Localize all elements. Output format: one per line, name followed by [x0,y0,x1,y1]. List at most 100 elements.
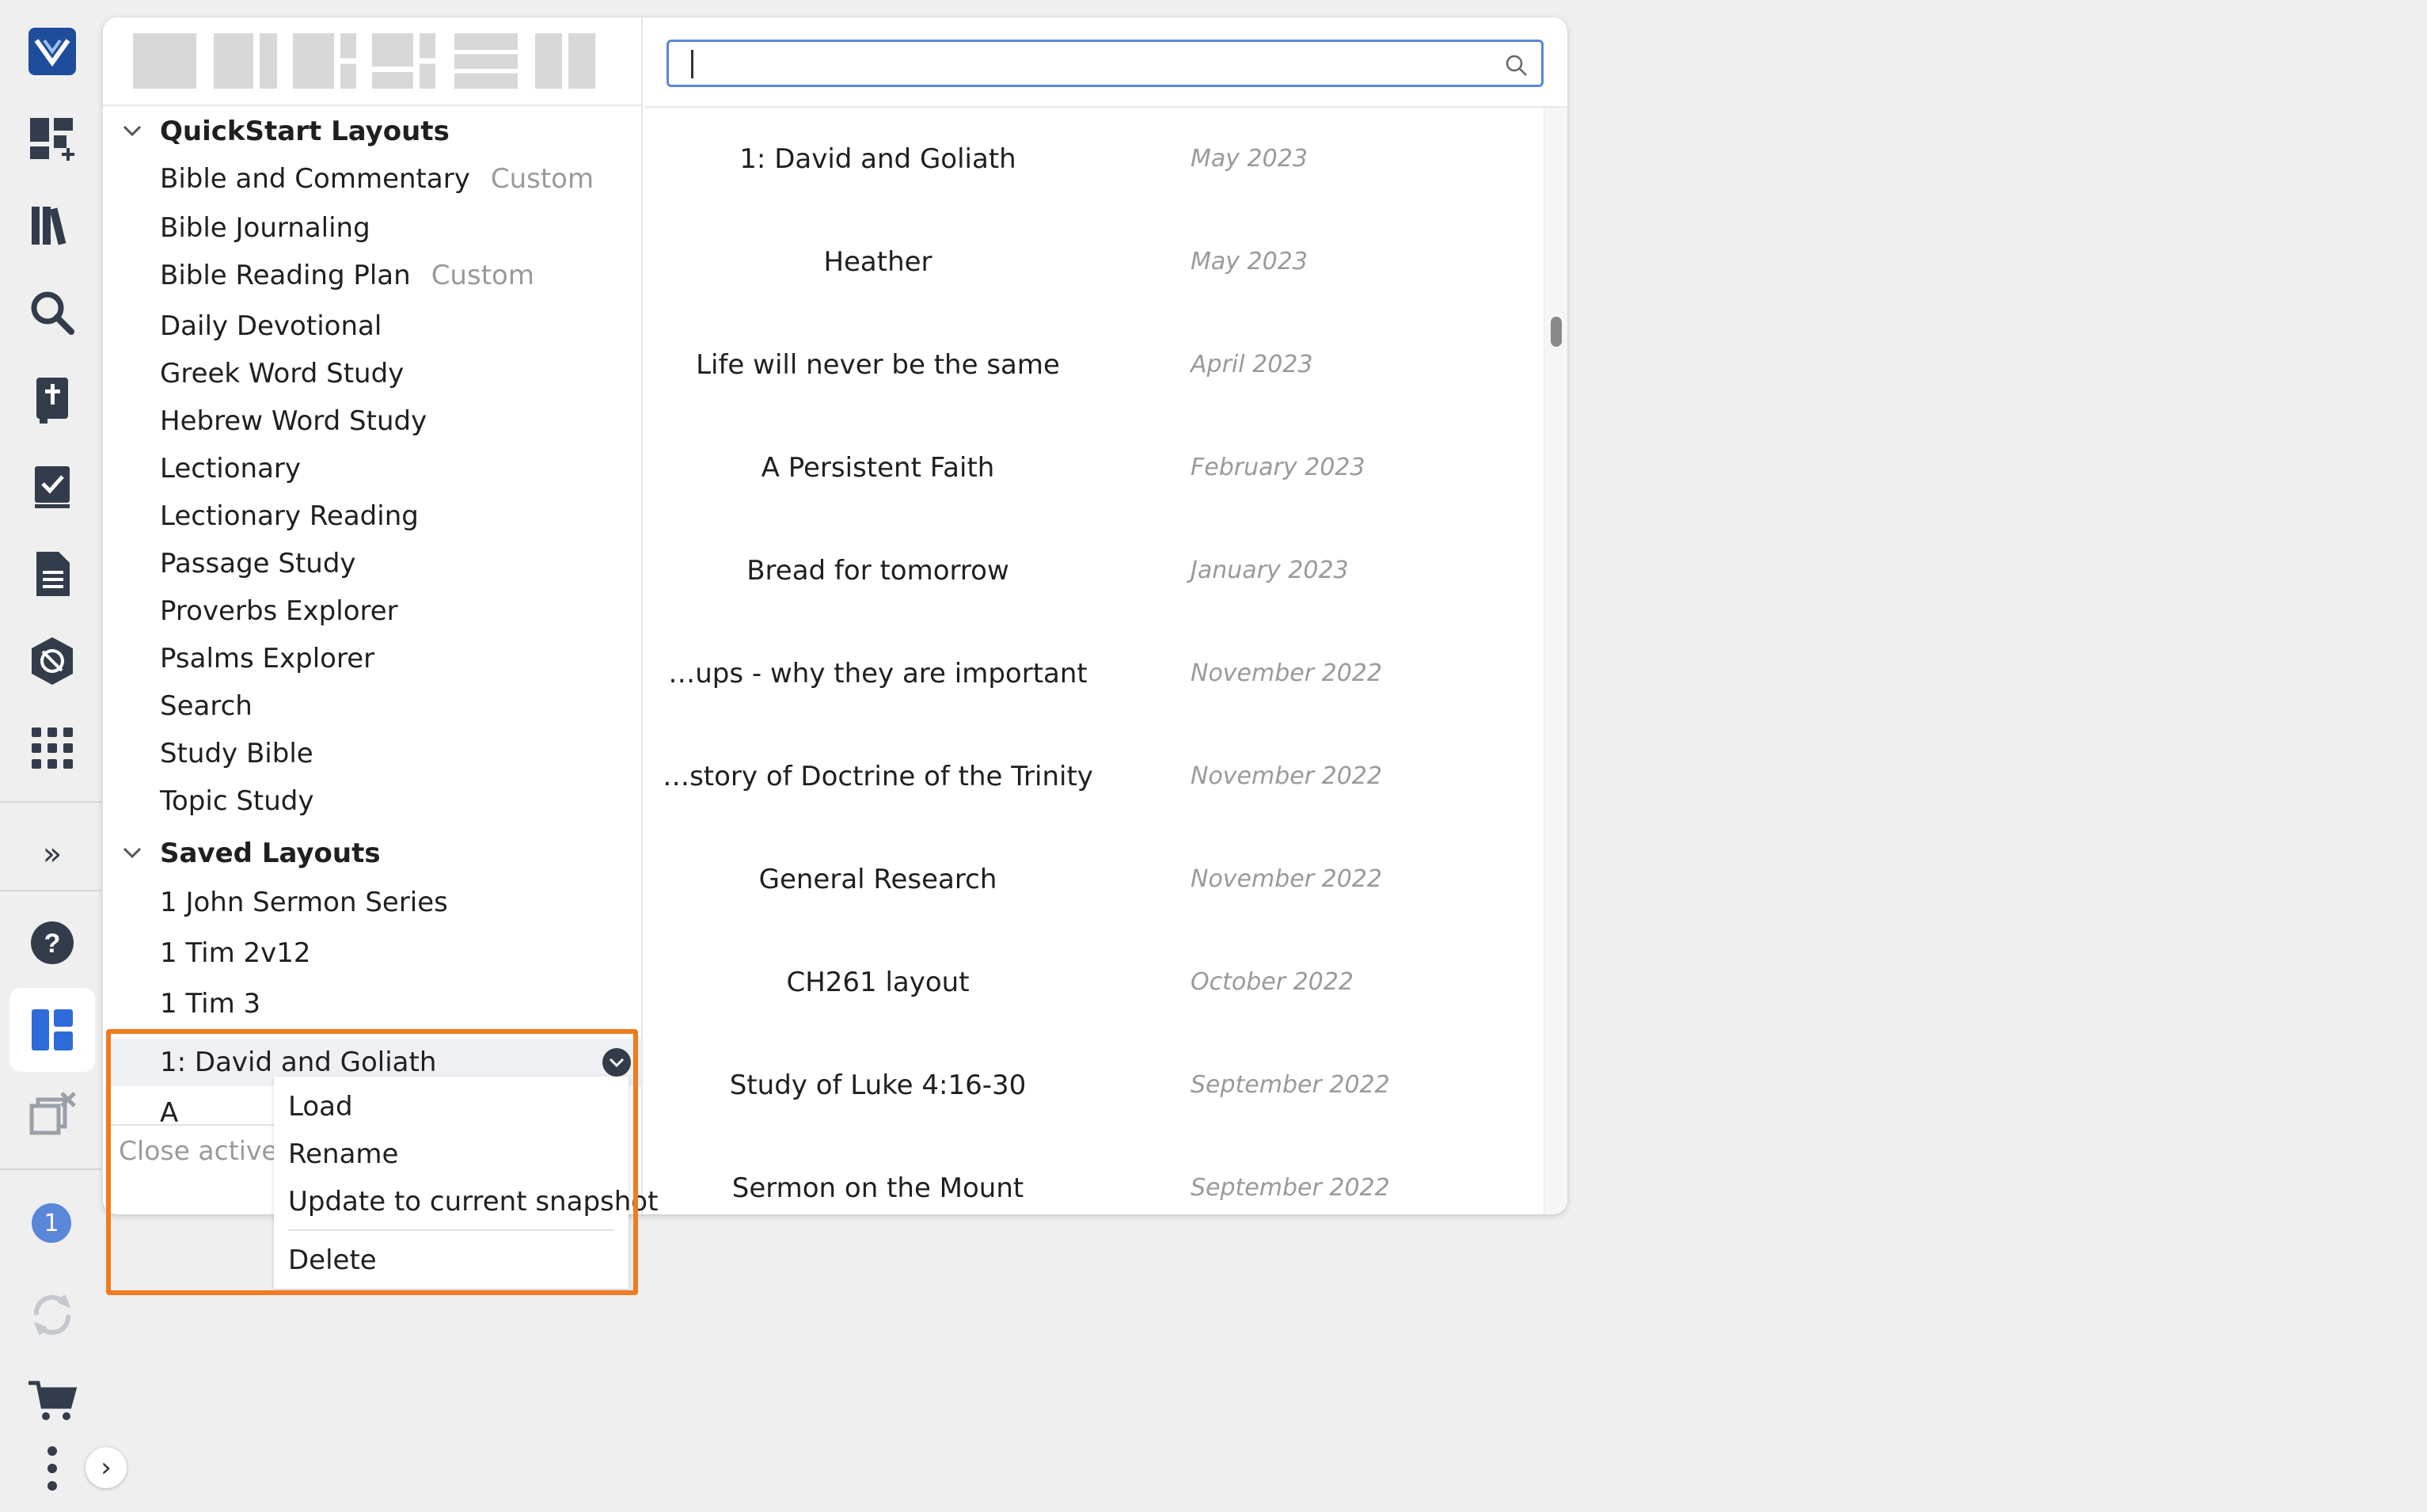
search-icon[interactable] [1503,52,1530,79]
result-date: February 2023 [1191,454,1365,481]
cart-icon[interactable] [25,1374,80,1430]
rail-divider [0,1168,101,1170]
library-icon[interactable] [25,198,80,253]
chevron-down-icon[interactable] [119,118,146,145]
item-label: Proverbs Explorer [160,595,398,627]
sync-icon[interactable] [25,1287,80,1343]
quickstart-item[interactable]: Psalms Explorer [160,636,374,681]
result-date: May 2023 [1191,248,1308,275]
item-label: Lectionary Reading [160,500,419,532]
apps-grid-icon[interactable] [25,720,80,776]
result-date: January 2023 [1191,557,1349,584]
quickstart-item[interactable]: Greek Word Study [160,351,404,396]
saved-layout-item[interactable]: 1 John Sermon Series [160,880,448,925]
custom-tag: Custom [431,260,534,291]
chevron-down-icon[interactable] [119,840,146,867]
help-icon[interactable]: ? [25,915,80,971]
result-date: September 2022 [1191,1174,1390,1202]
layout-result-row[interactable]: Life will never be the same April 2023 [644,337,1515,393]
two-column-equal-layout-button[interactable] [535,33,595,89]
bible-icon[interactable] [25,372,80,427]
two-column-layout-button[interactable] [214,33,277,89]
annotation-highlight-box [106,1029,638,1295]
quickstart-item[interactable]: Search [160,684,253,728]
layouts-icon[interactable] [25,1002,80,1058]
quickstart-item[interactable]: Passage Study [160,541,356,586]
expand-panel-button[interactable]: › [85,1447,127,1488]
item-label: Passage Study [160,548,356,579]
rail-divider [0,890,101,891]
result-date: April 2023 [1191,351,1313,378]
item-label: 1 Tim 3 [160,988,261,1020]
shield-icon[interactable] [25,633,80,689]
saved-layout-item[interactable]: 1 Tim 2v12 [160,931,311,975]
result-name: CH261 layout [786,967,970,998]
layouts-list-pane: 1: David and Goliath May 2023 Heather May … [644,17,1567,1214]
quickstart-item[interactable]: Study Bible [160,731,313,776]
result-name: Sermon on the Mount [731,1172,1024,1204]
single-pane-layout-button[interactable] [133,33,196,89]
item-label: Lectionary [160,453,302,484]
item-label: Bible Reading Plan [160,260,411,291]
dashboard-add-icon[interactable] [25,111,80,166]
layout-result-row[interactable]: General Research November 2022 [644,852,1515,907]
section-label: QuickStart Layouts [160,116,450,147]
layout-result-row[interactable]: CH261 layout October 2022 [644,955,1515,1010]
layout-result-row[interactable]: 1: David and Goliath May 2023 [644,131,1515,187]
scrollbar-thumb[interactable] [1551,317,1562,347]
search-icon[interactable] [25,285,80,340]
quickstart-item[interactable]: Lectionary Reading [160,494,419,538]
layouts-search-input[interactable] [667,40,1544,87]
quickstart-item[interactable]: Topic Study [160,779,314,823]
layout-result-row[interactable]: Heather May 2023 [644,234,1515,290]
item-label: Bible and Commentary [160,163,470,195]
text-caret [691,50,693,78]
collapse-glyph: » [42,836,63,872]
layout-result-row[interactable]: …ups - why they are important November 20… [644,646,1515,701]
section-label: Saved Layouts [160,838,381,869]
layout-result-row[interactable]: Study of Luke 4:16-30 September 2022 [644,1058,1515,1113]
item-label: Study Bible [160,738,313,769]
result-date: September 2022 [1191,1071,1390,1099]
close-windows-icon[interactable] [25,1088,80,1143]
result-name: General Research [758,864,997,895]
divider [644,106,1567,108]
saved-layout-item[interactable]: 1 Tim 3 [160,982,260,1026]
quickstart-item[interactable]: Bible Reading Plan Custom [160,253,534,298]
collapse-expand-icon[interactable]: » [25,826,80,882]
layout-result-row[interactable]: A Persistent Faith February 2023 [644,440,1515,496]
notification-badge[interactable]: 1 [32,1203,71,1243]
four-pane-layout-button[interactable] [372,33,435,89]
expand-glyph: › [101,1452,112,1484]
quickstart-item[interactable]: Proverbs Explorer [160,589,398,633]
layout-presets-bar [103,17,643,106]
item-label: Search [160,690,253,722]
logos-logo-icon[interactable] [25,24,80,79]
quickstart-item[interactable]: Bible Journaling [160,206,370,250]
quickstart-item[interactable]: Lectionary [160,446,301,491]
item-label: Topic Study [160,785,314,817]
checklist-icon[interactable] [25,459,80,515]
layout-result-row[interactable]: Sermon on the Mount September 2022 [644,1161,1515,1214]
quickstart-item[interactable]: Bible and Commentary Custom [160,157,594,201]
quickstart-item[interactable]: Hebrew Word Study [160,399,427,443]
layout-result-row[interactable]: Bread for tomorrow January 2023 [644,543,1515,598]
layout-result-row[interactable]: …story of Doctrine of the Trinity Novembe… [644,749,1515,804]
result-name: …ups - why they are important [668,658,1088,690]
result-name: Bread for tomorrow [746,555,1009,587]
quickstart-item[interactable]: Daily Devotional [160,304,382,348]
more-icon[interactable] [25,1441,80,1496]
quickstart-layouts-header[interactable]: QuickStart Layouts [103,108,641,155]
rows-layout-button[interactable] [454,33,518,89]
saved-layouts-header[interactable]: Saved Layouts [103,830,641,877]
results-scrollbar[interactable] [1544,108,1567,1214]
result-date: October 2022 [1191,968,1354,996]
item-label: Daily Devotional [160,310,382,342]
item-label: Greek Word Study [160,358,404,389]
result-date: November 2022 [1191,659,1382,687]
document-icon[interactable] [25,546,80,602]
custom-tag: Custom [490,163,594,195]
item-label: Hebrew Word Study [160,405,427,437]
app-rail: » ? 1 › [0,0,127,1512]
three-pane-layout-button[interactable] [293,33,356,89]
